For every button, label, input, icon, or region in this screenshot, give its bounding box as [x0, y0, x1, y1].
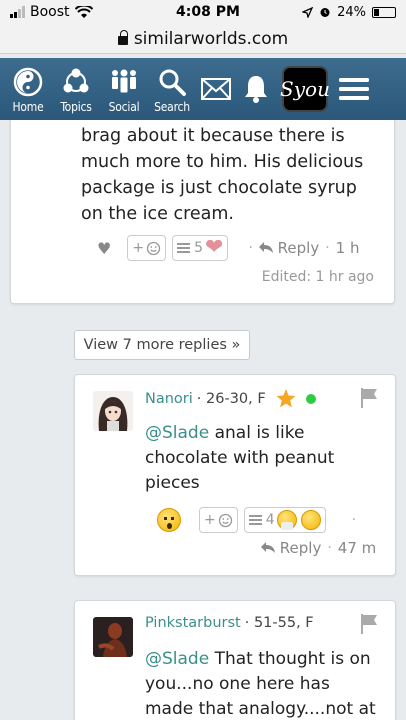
comment-text: @Slade That thought is on you...no one h…: [145, 649, 376, 719]
hamburger-menu-icon: [339, 78, 369, 100]
reaction-count: 4: [265, 512, 275, 528]
comment-time: 47 m: [337, 539, 377, 557]
avatar[interactable]: [93, 617, 133, 657]
alarm-icon: [320, 8, 330, 17]
username-link[interactable]: Nanori: [145, 391, 193, 407]
user-info: Nanori · 26-30, F: [145, 389, 316, 408]
anime-girl-avatar: [93, 391, 133, 431]
nav-topics[interactable]: Topics: [52, 65, 100, 114]
comment-text: @Slade anal is like chocolate with peanu…: [145, 423, 335, 493]
carrier-label: Boost: [30, 4, 70, 20]
flag-icon[interactable]: [359, 613, 381, 635]
bell-icon: [245, 76, 267, 103]
username-link[interactable]: Pinkstarburst: [145, 615, 241, 631]
smiley-icon: [218, 513, 232, 527]
messages-button[interactable]: [196, 58, 236, 120]
surprised-emoji-icon: [300, 510, 321, 530]
avatar[interactable]: [93, 391, 133, 431]
nav-home[interactable]: Home: [4, 65, 52, 114]
reactions-list-button[interactable]: 5 ❤: [172, 235, 229, 261]
status-bar: Boost 4:08 PM 24%: [0, 0, 406, 24]
signal-icon: [10, 6, 25, 18]
envelope-icon: [201, 78, 231, 100]
like-heart-icon[interactable]: ♥: [97, 239, 111, 258]
main-navbar: Home Topics Social Search Syou: [0, 58, 406, 120]
reply-card: Nanori · 26-30, F @Slade anal is like ch…: [74, 374, 396, 576]
reply-link[interactable]: Reply: [261, 539, 321, 557]
flag-icon[interactable]: [359, 387, 381, 409]
reply-card: Pinkstarburst · 51-55, F @Slade That tho…: [74, 600, 396, 720]
nav-search[interactable]: Search: [148, 65, 196, 114]
yin-yang-icon: [13, 67, 43, 96]
comment-time: 1 h: [335, 239, 360, 257]
url-domain: similarworlds.com: [133, 28, 289, 49]
list-icon: [177, 243, 191, 253]
user-info: Pinkstarburst · 51-55, F: [145, 615, 314, 631]
comment-text: brag about it because there is much more…: [81, 126, 364, 224]
search-icon: [159, 69, 186, 96]
smiley-icon: [146, 241, 161, 255]
url-bar[interactable]: similarworlds.com: [0, 24, 406, 54]
clock: 4:08 PM: [176, 4, 240, 20]
nav-social[interactable]: Social: [100, 65, 148, 114]
profile-syou-button[interactable]: Syou: [280, 66, 330, 112]
comment-card: brag about it because there is much more…: [10, 110, 395, 304]
battery-icon: [372, 6, 396, 18]
battery-percent: 24%: [337, 4, 366, 20]
online-status-indicator: [305, 393, 316, 404]
location-icon: [302, 6, 314, 18]
reaction-count: 5: [194, 240, 203, 256]
menu-button[interactable]: [334, 58, 374, 120]
heart-reaction-icon: ❤: [205, 235, 224, 260]
lock-icon: [117, 30, 128, 45]
user-meta: · 26-30, F: [196, 390, 266, 407]
masked-face-emoji-icon: [276, 510, 297, 530]
view-more-replies-button[interactable]: View 7 more replies »: [74, 330, 250, 360]
user-meta: · 51-55, F: [244, 615, 314, 631]
list-icon: [248, 515, 262, 525]
mention-link[interactable]: @Slade: [145, 649, 209, 669]
surprised-emoji-icon[interactable]: [157, 508, 181, 532]
add-reaction-button[interactable]: +: [127, 235, 167, 261]
woman-photo-avatar: [93, 617, 133, 657]
reply-icon: [261, 542, 275, 553]
topics-icon: [63, 68, 89, 92]
edited-timestamp: Edited: 1 hr ago: [261, 269, 374, 285]
add-reaction-button[interactable]: +: [199, 507, 238, 533]
reply-icon: [258, 242, 273, 253]
star-icon: [276, 389, 296, 408]
reactions-list-button[interactable]: 4: [243, 507, 326, 533]
people-icon: [112, 69, 136, 92]
reply-link[interactable]: Reply: [258, 239, 319, 257]
wifi-icon: [74, 5, 93, 18]
notifications-button[interactable]: [236, 58, 276, 120]
mention-link[interactable]: @Slade: [145, 423, 209, 443]
